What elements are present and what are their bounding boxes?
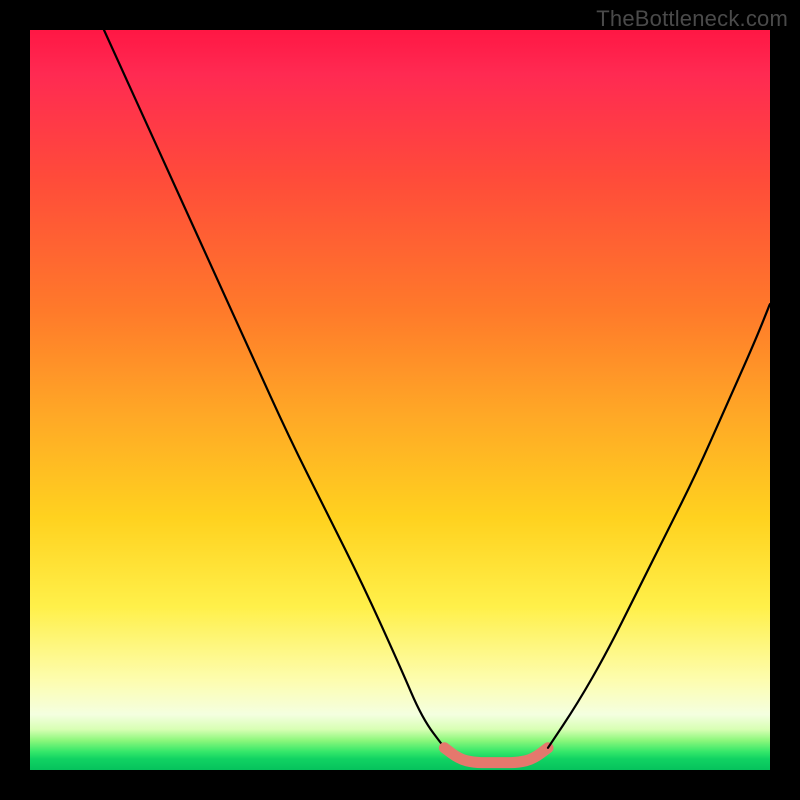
right-curve xyxy=(548,304,770,748)
plot-area xyxy=(30,30,770,770)
chart-frame: TheBottleneck.com xyxy=(0,0,800,800)
bottom-segment xyxy=(444,748,548,763)
curves-svg xyxy=(30,30,770,770)
left-curve xyxy=(104,30,444,748)
watermark-text: TheBottleneck.com xyxy=(596,6,788,32)
